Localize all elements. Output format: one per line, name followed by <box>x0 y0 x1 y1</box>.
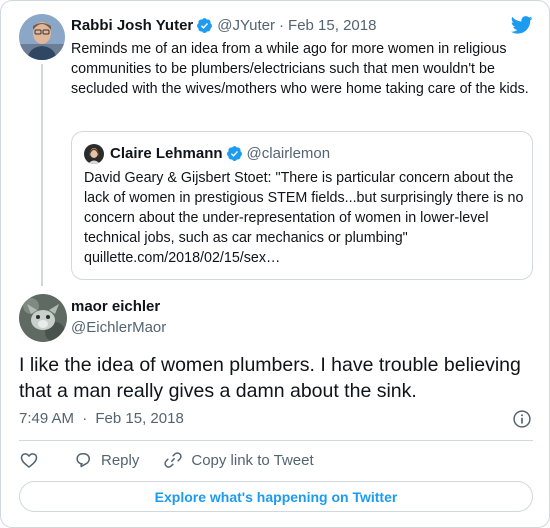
info-icon[interactable] <box>512 409 532 429</box>
author-handle[interactable]: @EichlerMaor <box>71 319 166 336</box>
parent-tweet-text: Reminds me of an idea from a while ago f… <box>71 41 529 97</box>
author-name[interactable]: maor eichler <box>71 298 160 315</box>
reply-button[interactable]: Reply <box>73 450 139 470</box>
main-tweet-text: I like the idea of women plumbers. I hav… <box>19 354 521 402</box>
copy-link-button[interactable]: Copy link to Tweet <box>163 450 314 470</box>
tweet-timestamp[interactable]: 7:49 AM · Feb 15, 2018 <box>19 410 184 427</box>
separator-dot: · <box>82 410 88 427</box>
claire-lehmann-avatar-image <box>84 144 104 164</box>
quoted-author-handle: @clairlemon <box>246 145 331 162</box>
tweet-embed-card: Rabbi Josh Yuter @JYuter · Feb 15, 2018 … <box>0 0 550 528</box>
maor-eichler-avatar-image <box>19 294 67 342</box>
tweet-date: Feb 15, 2018 <box>95 410 184 427</box>
tweet-time: 7:49 AM <box>19 410 75 427</box>
copy-link-label: Copy link to Tweet <box>191 451 314 469</box>
tweet-actions: Reply Copy link to Tweet <box>19 449 314 471</box>
rabbi-josh-yuter-avatar-image <box>19 14 65 60</box>
thread-connector-line <box>41 64 43 286</box>
avatar[interactable] <box>19 294 67 342</box>
link-icon <box>164 452 183 468</box>
avatar[interactable] <box>19 14 65 60</box>
reply-label: Reply <box>101 451 140 469</box>
verified-badge-icon <box>226 146 242 161</box>
author-handle[interactable]: @JYuter <box>217 17 275 34</box>
heart-icon <box>20 453 38 468</box>
reply-icon <box>76 453 90 468</box>
verified-badge-icon <box>197 18 213 33</box>
avatar <box>84 144 104 164</box>
quoted-tweet-text: David Geary & Gijsbert Stoet: "There is … <box>84 170 524 246</box>
quoted-tweet-link[interactable]: quillette.com/2018/02/15/sex… <box>84 248 280 268</box>
quoted-author-name: Claire Lehmann <box>110 145 223 162</box>
separator-dot: · <box>279 17 285 34</box>
tweet-date[interactable]: Feb 15, 2018 <box>288 17 376 34</box>
quoted-tweet-header: Claire Lehmann @clairlemon <box>110 145 330 162</box>
divider <box>19 440 533 441</box>
twitter-bird-icon[interactable] <box>511 16 533 34</box>
author-name[interactable]: Rabbi Josh Yuter <box>71 17 193 34</box>
explore-twitter-button[interactable]: Explore what's happening on Twitter <box>19 481 533 512</box>
like-button[interactable] <box>19 450 39 470</box>
quoted-tweet[interactable]: Claire Lehmann @clairlemon David Geary &… <box>71 131 533 280</box>
parent-tweet-header: Rabbi Josh Yuter @JYuter · Feb 15, 2018 <box>71 17 376 34</box>
